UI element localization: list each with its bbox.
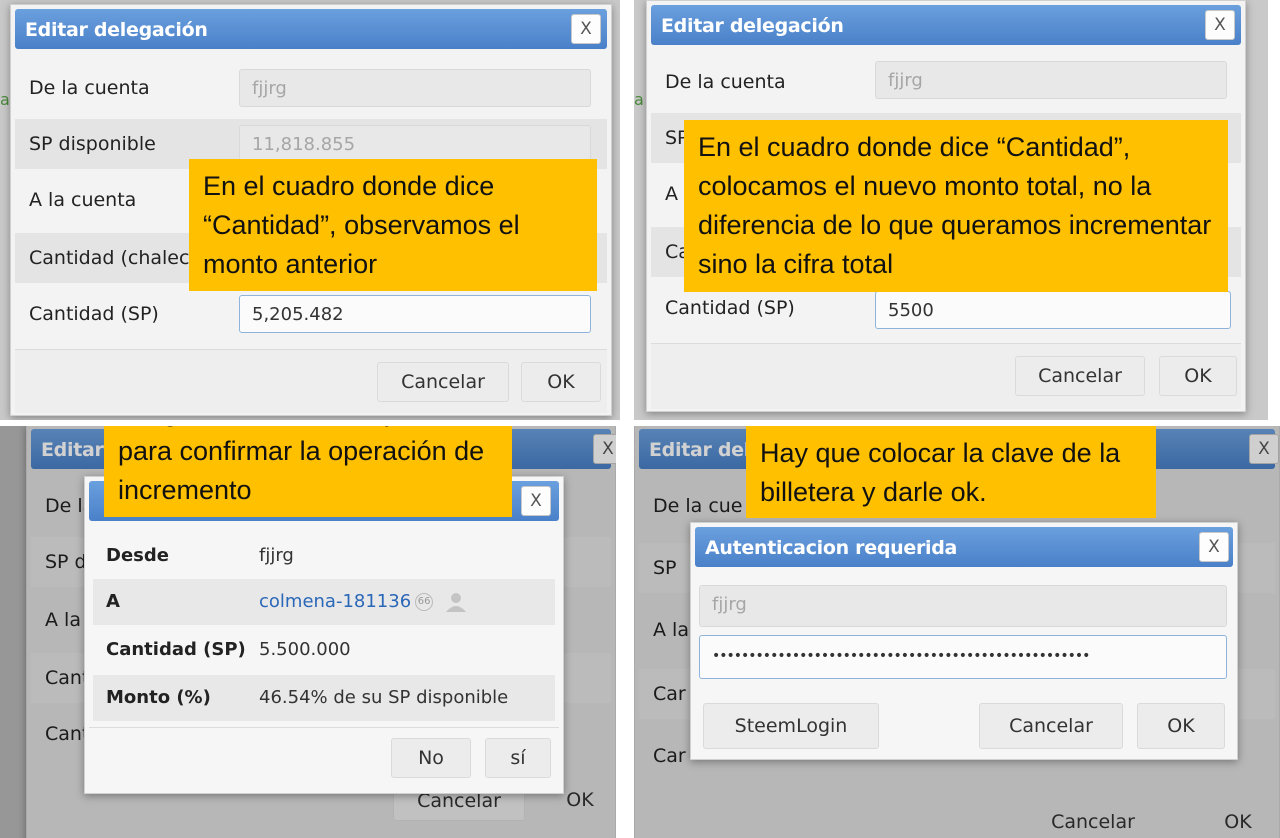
to-account-label: A <box>665 183 678 205</box>
callout-note: Hay que colocar la clave de la billetera… <box>746 426 1156 518</box>
ok-button[interactable]: OK <box>1137 703 1225 749</box>
percent-label: Monto (%) <box>106 687 211 708</box>
sp-available-label: SP disponible <box>29 133 156 155</box>
auth-header: Autenticacion requerida X <box>695 527 1233 567</box>
amount-sp-label: Cantidad (SP) <box>665 297 795 319</box>
confirm-row-amount: Cantidad (SP) 5.500.000 <box>93 627 555 673</box>
callout-note: Luego sale una micro pantalla para confi… <box>104 426 512 517</box>
callout-note: En el cuadro donde dice “Cantidad”, obse… <box>189 159 597 291</box>
from-account-label: De la cuenta <box>29 77 150 99</box>
no-button[interactable]: No <box>391 738 471 778</box>
cancel-button[interactable]: Cancelar <box>979 703 1123 749</box>
amount-sp-input[interactable]: 5500 <box>875 291 1231 329</box>
amount-sp-input[interactable]: 5,205.482 <box>239 295 591 333</box>
sp-available-field: 11,818.855 <box>239 125 591 163</box>
panel-confirm-operation: Editar d X De la SP di A la c Cant Cant … <box>0 426 616 838</box>
confirm-row-from: Desde fjjrg <box>93 533 555 579</box>
dialog-header: Editar delegación X <box>651 5 1241 45</box>
reputation-badge: 66 <box>415 593 434 611</box>
panel-edit-delegation-after: a Editar delegación X De la cuenta fjjrg… <box>634 0 1268 420</box>
yes-button[interactable]: sí <box>485 738 551 778</box>
panel-edit-delegation-before: a Editar delegación X De la cuenta fjjrg… <box>0 0 620 420</box>
steemlogin-button[interactable]: SteemLogin <box>703 703 879 749</box>
from-label: Desde <box>106 545 169 566</box>
dialog-title: Editar delegación <box>25 19 208 41</box>
row-amount-sp: Cantidad (SP) 5,205.482 <box>15 289 607 339</box>
to-account-label: A la cuenta <box>29 189 137 211</box>
from-account-field: fjjrg <box>875 61 1227 99</box>
confirm-footer: No sí <box>89 727 559 791</box>
auth-dialog: Autenticacion requerida X fjjrg ••••••••… <box>690 522 1238 760</box>
row-from-account: De la cuenta fjjrg <box>651 57 1241 107</box>
cancel-button[interactable]: Cancelar <box>1015 356 1145 396</box>
close-button[interactable]: X <box>521 486 551 516</box>
background-edge-text: a <box>0 90 10 109</box>
from-account-label: De la cuenta <box>665 71 786 93</box>
password-input[interactable]: ••••••••••••••••••••••••••••••••••••••••… <box>699 635 1227 679</box>
panel-authentication: Editar del X De la cue SP A la Car Car C… <box>634 426 1280 838</box>
amount-vests-label: Cantidad (chaleco <box>29 247 202 269</box>
to-account-link[interactable]: colmena-181136 <box>259 591 411 612</box>
user-icon <box>445 593 466 612</box>
row-from-account: De la cuenta fjjrg <box>15 63 607 113</box>
close-button[interactable]: X <box>1205 10 1235 40</box>
from-value: fjjrg <box>259 545 294 566</box>
username-field: fjjrg <box>699 585 1227 627</box>
amount-label: Cantidad (SP) <box>106 639 246 660</box>
dialog-title: Editar delegación <box>661 15 844 37</box>
from-account-field: fjjrg <box>239 69 591 107</box>
confirm-row-to: A colmena-181136 66 <box>93 579 555 625</box>
close-button[interactable]: X <box>571 14 601 44</box>
amount-value: 5.500.000 <box>259 639 351 660</box>
background-edge-text: a <box>634 90 644 109</box>
auth-title: Autenticacion requerida <box>705 537 958 559</box>
amount-sp-label: Cantidad (SP) <box>29 303 159 325</box>
dialog-header: Editar delegación X <box>15 9 607 49</box>
to-value: colmena-181136 66 <box>259 591 467 612</box>
dialog-footer: Cancelar OK <box>15 349 607 413</box>
callout-note: En el cuadro donde dice “Cantidad”, colo… <box>684 120 1228 292</box>
confirm-row-percent: Monto (%) 46.54% de su SP disponible <box>93 675 555 721</box>
dialog-footer: Cancelar OK <box>651 343 1241 409</box>
ok-button[interactable]: OK <box>521 362 601 402</box>
cancel-button[interactable]: Cancelar <box>377 362 509 402</box>
ok-button[interactable]: OK <box>1159 356 1237 396</box>
to-label: A <box>106 591 120 612</box>
confirm-dialog: X Desde fjjrg A colmena-181136 66 Cantida… <box>84 476 564 794</box>
close-button[interactable]: X <box>1199 532 1229 562</box>
percent-value: 46.54% de su SP disponible <box>259 687 509 708</box>
